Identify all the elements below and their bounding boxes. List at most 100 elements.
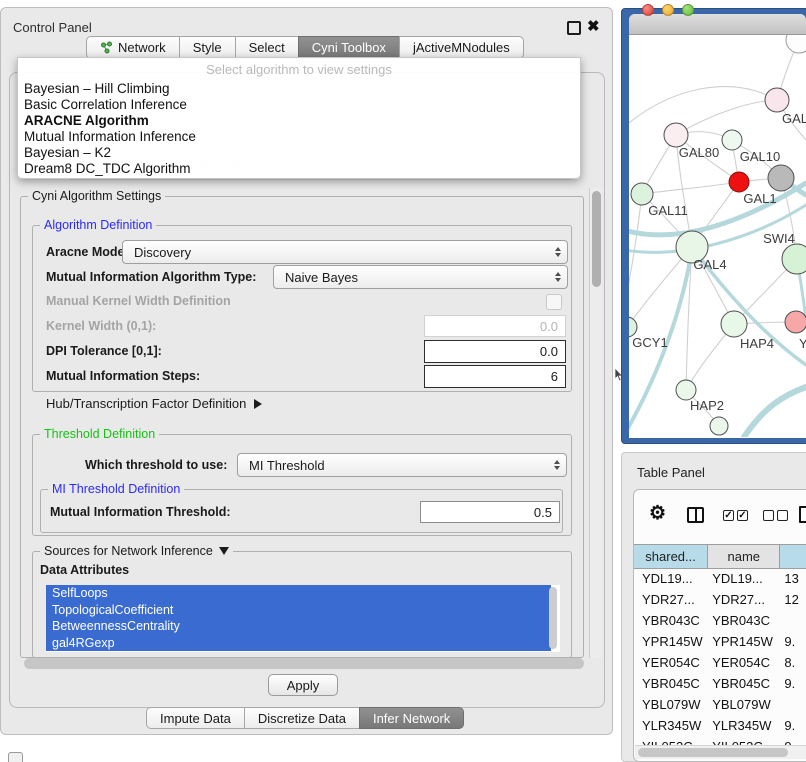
list-item-selected[interactable]: SelfLoops — [46, 585, 551, 602]
tab-network[interactable]: Network — [86, 36, 180, 59]
list-item-selected[interactable]: TopologicalCoefficient — [46, 602, 551, 619]
close-panel-icon[interactable]: ✖ — [587, 17, 600, 35]
aracne-mode-select[interactable]: Discovery — [122, 240, 568, 264]
checked-checkbox-icon[interactable]: ✓ — [737, 510, 748, 521]
cell-name: YDL19... — [708, 571, 780, 586]
algorithm-option-aracne[interactable]: ARACNE Algorithm — [18, 113, 580, 129]
mi-steps-field[interactable]: 6 — [424, 365, 566, 388]
docked-panel-icon[interactable] — [8, 752, 23, 762]
node-hap4[interactable] — [721, 311, 747, 337]
node-gray[interactable] — [768, 165, 794, 191]
mi-type-label: Mutual Information Algorithm Type: — [46, 265, 256, 289]
tab-jactivemnodules[interactable]: jActiveMNodules — [399, 36, 524, 59]
tab-cyni-toolbox[interactable]: Cyni Toolbox — [298, 36, 400, 59]
table-header: shared... name — [634, 544, 806, 569]
mi-steps-label: Mutual Information Steps: — [46, 365, 200, 388]
tab-discretize-data[interactable]: Discretize Data — [244, 707, 360, 729]
table-horizontal-scrollbar[interactable] — [635, 745, 806, 759]
cell-value: 8. — [780, 655, 806, 670]
node-unlabeled[interactable] — [786, 35, 806, 53]
control-panel-tabbar: Network Style Select Cyni Toolbox jActiv… — [86, 36, 524, 59]
algorithm-option[interactable]: Bayesian – K2 — [18, 145, 580, 161]
node-gcy1[interactable] — [629, 317, 637, 337]
node-gal80[interactable] — [664, 123, 688, 147]
data-attributes-list[interactable]: SelfLoops TopologicalCoefficient Between… — [46, 585, 560, 652]
settings-scroll-thumb[interactable] — [592, 191, 601, 287]
algorithm-option[interactable]: Dream8 DC_TDC Algorithm — [18, 161, 580, 177]
node-gal1-selected[interactable] — [729, 172, 749, 192]
table-scroll-thumb[interactable] — [638, 748, 788, 757]
which-threshold-value: MI Threshold — [249, 458, 325, 473]
list-vertical-scrollbar[interactable] — [549, 587, 557, 649]
close-traffic-light[interactable] — [642, 4, 654, 16]
settings-horizontal-scrollbar[interactable] — [24, 658, 584, 669]
node-gal10[interactable] — [722, 130, 742, 150]
unchecked-checkbox-icon[interactable] — [763, 510, 774, 521]
algorithm-option[interactable]: Mutual Information Inference — [18, 129, 580, 145]
node-label: HAP4 — [740, 336, 774, 351]
hub-section-toggle[interactable]: Hub/Transcription Factor Definition — [46, 395, 262, 413]
minimize-traffic-light[interactable] — [662, 4, 674, 16]
dpi-tolerance-field[interactable]: 0.0 — [424, 340, 566, 363]
table-row[interactable]: YBR043C YBR043C — [634, 610, 806, 631]
tab-style[interactable]: Style — [179, 36, 236, 59]
table-row[interactable]: YPR145W YPR145W 9. — [634, 631, 806, 652]
node-label: GAL11 — [648, 203, 688, 218]
manual-kernel-checkbox[interactable] — [546, 294, 562, 310]
settings-vertical-scrollbar[interactable] — [589, 188, 602, 658]
tab-impute-data[interactable]: Impute Data — [146, 707, 245, 729]
list-item-selected[interactable]: gal4RGexp — [46, 635, 551, 652]
network-canvas[interactable]: GAL GAL80 GAL10 GAL1 GAL11 SWI4 GAL4 GCY… — [629, 35, 806, 437]
node-label: GAL1 — [743, 191, 776, 206]
column-header-name[interactable]: name — [708, 545, 780, 568]
float-panel-icon[interactable] — [567, 21, 581, 35]
table-row[interactable]: YBR045C YBR045C 9. — [634, 673, 806, 694]
node-salmon[interactable] — [785, 311, 806, 333]
cell-name: YPR145W — [708, 634, 780, 649]
cell-name: YBL079W — [708, 697, 780, 712]
node-unlabeled[interactable] — [710, 417, 728, 435]
algorithm-dropdown-popup: Select algorithm to view settings Bayesi… — [17, 57, 581, 179]
cell-name: YLR345W — [708, 718, 780, 733]
sources-toggle[interactable]: Sources for Network Inference — [40, 544, 233, 558]
cell-name: YDR27... — [708, 592, 780, 607]
zoom-traffic-light[interactable] — [682, 4, 694, 16]
table-row[interactable]: YER054C YER054C 8. — [634, 652, 806, 673]
mi-threshold-field[interactable]: 0.5 — [420, 501, 560, 523]
cell-name: YER054C — [708, 655, 780, 670]
node-gal[interactable] — [765, 88, 789, 112]
table-row[interactable]: YBL079W YBL079W — [634, 694, 806, 715]
table-row[interactable]: YDR27... YDR27... 12 — [634, 589, 806, 610]
table-row[interactable]: YLR345W YLR345W 9. — [634, 715, 806, 736]
node-hap2[interactable] — [676, 380, 696, 400]
unchecked-checkbox-icon[interactable] — [777, 510, 788, 521]
list-item-selected[interactable]: BetweennessCentrality — [46, 618, 551, 635]
node-gal11[interactable] — [631, 183, 653, 205]
cell-value: 12 — [780, 592, 806, 607]
table-row[interactable]: YDL19... YDL19... 13 — [634, 568, 806, 589]
threshold-definition-title: Threshold Definition — [40, 427, 159, 441]
table-panel-inner: ⚙ ✓ ✓ shared... name YDL19... YDL19... 1… — [633, 489, 806, 762]
mi-type-select[interactable]: Naive Bayes — [273, 265, 568, 289]
mi-type-value: Naive Bayes — [285, 270, 358, 285]
node-swi4[interactable] — [782, 244, 806, 274]
column-header-shared[interactable]: shared... — [634, 545, 708, 568]
network-icon — [100, 41, 113, 54]
document-icon[interactable] — [799, 506, 806, 523]
algorithm-definition-title: Algorithm Definition — [40, 218, 156, 232]
apply-button[interactable]: Apply — [268, 674, 338, 696]
tab-infer-network[interactable]: Infer Network — [359, 707, 464, 729]
dpi-tolerance-label: DPI Tolerance [0,1]: — [46, 340, 162, 363]
tab-style-label: Style — [193, 40, 222, 55]
sources-title: Sources for Network Inference — [44, 544, 213, 558]
algorithm-option[interactable]: Basic Correlation Inference — [18, 97, 580, 113]
checked-checkbox-icon[interactable]: ✓ — [723, 510, 734, 521]
tab-select[interactable]: Select — [235, 36, 299, 59]
algorithm-option[interactable]: Bayesian – Hill Climbing — [18, 81, 580, 97]
kernel-width-field[interactable]: 0.0 — [424, 315, 566, 337]
gear-icon[interactable]: ⚙ — [649, 504, 666, 523]
which-threshold-select[interactable]: MI Threshold — [237, 453, 567, 477]
column-header-partial[interactable] — [780, 545, 806, 568]
cell-shared: YDL19... — [634, 571, 708, 586]
columns-icon[interactable] — [687, 507, 704, 523]
